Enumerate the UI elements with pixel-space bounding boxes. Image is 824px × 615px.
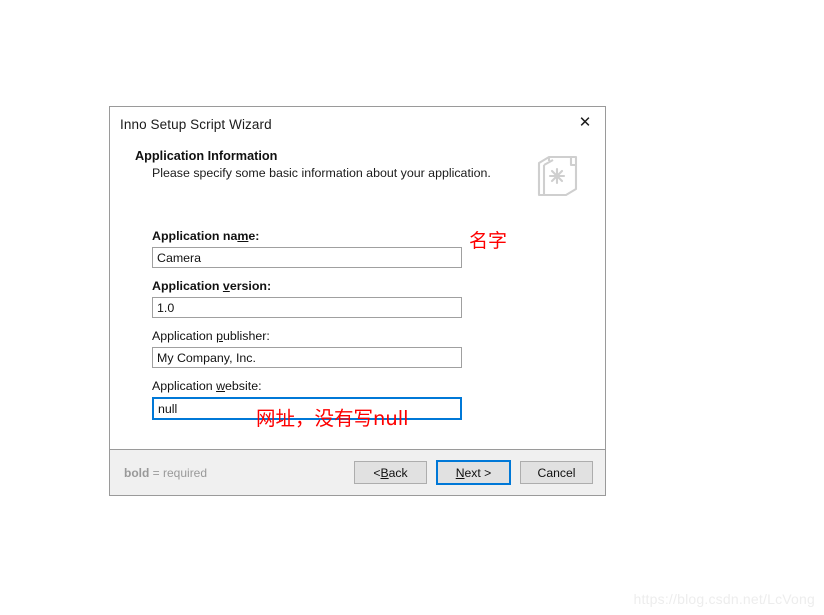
annotation-application-website: 网址，没有写null xyxy=(256,407,409,430)
page-subtitle: Please specify some basic information ab… xyxy=(152,166,491,180)
back-button[interactable]: < Back xyxy=(354,461,427,484)
title-bar: Inno Setup Script Wizard ✕ xyxy=(110,107,605,141)
page-header-texts: Application Information Please specify s… xyxy=(135,149,535,180)
field-application-name: Application name: Camera xyxy=(152,229,605,268)
label-application-website: Application website: xyxy=(152,379,262,393)
watermark: https://blog.csdn.net/LcVong xyxy=(633,591,815,607)
book-document-icon xyxy=(535,151,581,203)
application-version-input[interactable]: 1.0 xyxy=(152,297,462,318)
close-button[interactable]: ✕ xyxy=(565,107,605,137)
label-application-name: Application name: xyxy=(152,229,260,243)
close-icon: ✕ xyxy=(578,112,592,131)
inno-setup-wizard-dialog: Inno Setup Script Wizard ✕ Application I… xyxy=(109,106,606,496)
required-legend: bold = required xyxy=(124,465,208,480)
page-title: Application Information xyxy=(135,149,278,163)
page-header: Application Information Please specify s… xyxy=(110,141,605,203)
application-name-input[interactable]: Camera xyxy=(152,247,462,268)
field-application-version: Application version: 1.0 xyxy=(152,279,605,318)
label-application-version: Application version: xyxy=(152,279,272,293)
label-application-publisher: Application publisher: xyxy=(152,329,270,343)
annotation-application-name: 名字 xyxy=(469,230,508,252)
next-button[interactable]: Next > xyxy=(436,460,511,485)
application-publisher-input[interactable]: My Company, Inc. xyxy=(152,347,462,368)
dialog-footer: bold = required < Back Next > Cancel xyxy=(110,449,605,495)
window-title: Inno Setup Script Wizard xyxy=(120,116,272,132)
cancel-button[interactable]: Cancel xyxy=(520,461,593,484)
field-application-publisher: Application publisher: My Company, Inc. xyxy=(152,329,605,368)
